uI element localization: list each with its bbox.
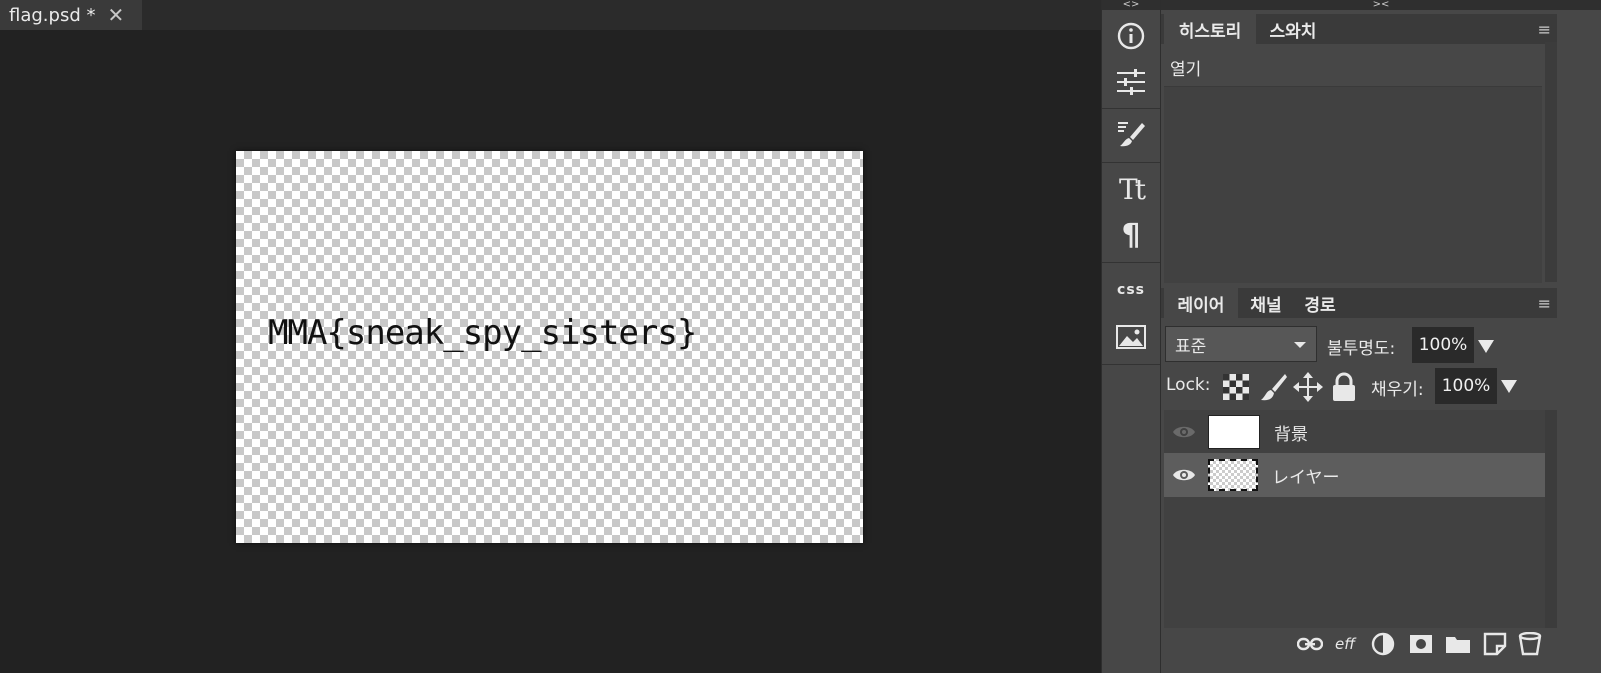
layer-row-layer[interactable]: レイヤー bbox=[1164, 453, 1545, 497]
adjustment-layer-icon[interactable] bbox=[1369, 632, 1397, 656]
fill-field[interactable]: 100% bbox=[1435, 368, 1497, 404]
visibility-eye-icon[interactable] bbox=[1164, 467, 1204, 483]
paragraph-glyph: ¶ bbox=[1121, 217, 1141, 253]
tab-history[interactable]: 히스토리 bbox=[1164, 14, 1256, 44]
lock-label: Lock: bbox=[1166, 375, 1211, 395]
toolstrip-divider bbox=[1102, 364, 1160, 365]
blend-mode-select[interactable]: 표준 bbox=[1165, 326, 1317, 362]
tab-paths[interactable]: 경로 bbox=[1294, 288, 1346, 318]
layer-name: レイヤー bbox=[1272, 467, 1340, 488]
layer-name: 背景 bbox=[1274, 424, 1308, 445]
document-tab[interactable]: flag.psd * ✕ bbox=[0, 0, 142, 30]
tab-layers[interactable]: 레이어 bbox=[1164, 288, 1238, 318]
history-scrollbar[interactable] bbox=[1545, 42, 1557, 282]
link-icon[interactable] bbox=[1296, 632, 1324, 656]
document-canvas[interactable]: MMA{sneak_spy_sisters} bbox=[236, 151, 863, 543]
layer-list: 背景 レイヤー bbox=[1164, 410, 1545, 628]
document-tab-label: flag.psd * bbox=[9, 4, 96, 26]
layer-thumbnail bbox=[1208, 459, 1258, 491]
css-glyph: css bbox=[1117, 282, 1145, 298]
canvas-text-layer: MMA{sneak_spy_sisters} bbox=[268, 313, 697, 353]
lock-position-icon[interactable] bbox=[1293, 372, 1323, 402]
opacity-label: 불투명도: bbox=[1327, 339, 1396, 359]
history-entry[interactable]: 열기 bbox=[1170, 55, 1201, 80]
fill-label: 채우기: bbox=[1371, 380, 1424, 400]
css-icon[interactable]: css bbox=[1102, 268, 1160, 312]
adjustments-icon[interactable] bbox=[1102, 60, 1160, 104]
brush-settings-icon[interactable] bbox=[1102, 112, 1160, 156]
trash-icon[interactable] bbox=[1516, 632, 1544, 656]
character-glyph: Tt bbox=[1119, 172, 1146, 206]
mask-icon[interactable] bbox=[1407, 632, 1435, 656]
toolstrip-divider bbox=[1102, 162, 1160, 163]
layers-tab-bar: 레이어 채널 경로 ≡ bbox=[1161, 288, 1557, 318]
layer-row-background[interactable]: 背景 bbox=[1164, 410, 1545, 454]
chevron-down-icon bbox=[1294, 342, 1306, 348]
effects-label: eff bbox=[1334, 635, 1356, 653]
document-tab-bar: flag.psd * ✕ bbox=[0, 0, 1101, 30]
layers-panel-menu-icon[interactable]: ≡ bbox=[1538, 294, 1551, 313]
tab-channels[interactable]: 채널 bbox=[1240, 288, 1292, 318]
right-panels: >< 히스토리 스와치 ≡ 열기 레이어 채널 경로 ≡ 표준 불투명도: 10… bbox=[1161, 0, 1601, 673]
history-list[interactable] bbox=[1164, 86, 1542, 283]
new-layer-icon[interactable] bbox=[1481, 632, 1509, 656]
history-panel-menu-icon[interactable]: ≡ bbox=[1538, 20, 1551, 39]
close-icon[interactable]: ✕ bbox=[107, 5, 124, 25]
panel-toolstrip: <> Tt ¶ css bbox=[1101, 0, 1161, 673]
collapse-toggle[interactable]: <> bbox=[1102, 0, 1160, 10]
layer-thumbnail bbox=[1208, 415, 1260, 449]
layers-scrollbar[interactable] bbox=[1545, 410, 1557, 628]
character-icon[interactable]: Tt bbox=[1102, 167, 1160, 211]
effects-icon[interactable]: eff bbox=[1330, 632, 1360, 656]
lock-all-icon[interactable] bbox=[1331, 372, 1357, 402]
opacity-dropdown-icon[interactable] bbox=[1478, 340, 1494, 353]
folder-icon[interactable] bbox=[1443, 632, 1473, 656]
tab-swatches[interactable]: 스와치 bbox=[1258, 14, 1328, 44]
info-icon[interactable] bbox=[1102, 14, 1160, 58]
blend-mode-value: 표준 bbox=[1175, 336, 1207, 357]
lock-transparency-icon[interactable] bbox=[1223, 374, 1249, 400]
image-icon[interactable] bbox=[1102, 315, 1160, 359]
opacity-field[interactable]: 100% bbox=[1412, 327, 1474, 363]
history-tab-bar: 히스토리 스와치 ≡ bbox=[1161, 14, 1557, 44]
toolstrip-divider bbox=[1102, 108, 1160, 109]
toolstrip-divider bbox=[1102, 262, 1160, 263]
paragraph-icon[interactable]: ¶ bbox=[1102, 213, 1160, 257]
expand-toggle[interactable]: >< bbox=[1161, 0, 1601, 10]
visibility-eye-icon[interactable] bbox=[1164, 424, 1204, 440]
lock-paint-icon[interactable] bbox=[1258, 372, 1288, 402]
fill-dropdown-icon[interactable] bbox=[1501, 380, 1517, 393]
